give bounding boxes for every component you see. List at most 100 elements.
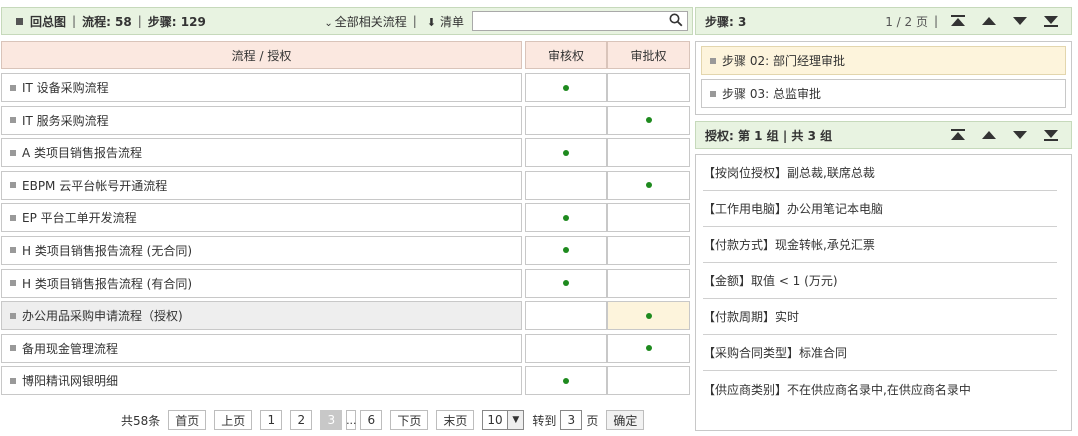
column-header-approve: 审批权 [607,41,690,69]
search-input[interactable] [473,12,663,30]
table-row[interactable]: H 类项目销售报告流程 (有合同) [1,268,690,298]
flow-name-cell[interactable]: EBPM 云平台帐号开通流程 [1,170,522,200]
dot-icon [563,247,569,254]
approve-cell[interactable] [607,105,690,135]
page-size-value: 10 [487,413,503,427]
table-row[interactable]: H 类项目销售报告流程 (无合同) [1,235,690,265]
table-row[interactable]: A 类项目销售报告流程 [1,138,690,168]
page-3-button-current[interactable]: 3 [320,410,343,430]
flow-name: EP 平台工单开发流程 [22,211,137,226]
first-icon[interactable] [950,14,966,28]
list-button[interactable]: ⬇ 清单 [427,13,464,30]
review-cell[interactable] [525,235,607,265]
flow-name: IT 服务采购流程 [22,113,109,128]
approve-cell[interactable] [607,235,690,265]
approve-cell[interactable] [607,333,690,363]
flow-name-cell[interactable]: EP 平台工单开发流程 [1,203,522,233]
page-1-button[interactable]: 1 [260,410,283,430]
first-icon[interactable] [950,128,966,142]
total-count: 共58条 [121,413,161,428]
dot-icon [563,84,569,91]
last-icon[interactable] [1043,14,1059,28]
flow-name-cell[interactable]: 博阳精讯网银明细 [1,366,522,396]
column-header-flow: 流程 / 授权 [1,41,522,69]
approve-cell[interactable] [607,268,690,298]
flow-name: H 类项目销售报告流程 (有合同) [22,276,193,291]
prev-page-button[interactable]: 上页 [214,410,253,430]
dot-icon [645,117,652,124]
flow-name-cell[interactable]: A 类项目销售报告流程 [1,138,522,168]
last-page-button[interactable]: 末页 [436,410,475,430]
approve-cell[interactable] [607,301,690,331]
chevron-down-icon: ▼ [507,411,524,429]
step-item[interactable]: 步骤 03: 总监审批 [701,79,1066,108]
up-icon[interactable] [981,14,997,28]
goto-prefix: 转到 [532,413,557,428]
review-cell[interactable] [525,301,607,331]
table-row[interactable]: EP 平台工单开发流程 [1,203,690,233]
dot-icon [645,345,652,352]
page-2-button[interactable]: 2 [290,410,313,430]
dot-icon [645,182,652,189]
list-label: 清单 [439,14,464,29]
table-row[interactable]: IT 服务采购流程 [1,105,690,135]
table-row[interactable]: IT 设备采购流程 [1,73,690,102]
flow-toolbar: 回总图 | 流程: 58 | 步骤: 129 ⌄ 全部相关流程 | ⬇ 清单 [1,7,693,35]
review-cell[interactable] [525,105,607,135]
last-icon[interactable] [1043,128,1059,142]
review-cell[interactable] [525,366,607,396]
square-icon [10,182,16,189]
review-cell[interactable] [525,268,607,298]
flow-name-cell[interactable]: 备用现金管理流程 [1,333,522,363]
dot-icon [563,377,569,384]
auth-item: 【付款周期】实时 [703,299,1057,335]
square-icon [10,117,16,124]
square-icon [10,312,16,319]
auth-item: 【按岗位授权】副总裁,联席总裁 [703,155,1057,191]
next-page-button[interactable]: 下页 [390,410,429,430]
page-6-button[interactable]: 6 [360,410,383,430]
step-item[interactable]: 步骤 02: 部门经理审批 [701,46,1066,75]
flow-count: 流程: 58 [82,14,132,29]
flow-name: 博阳精讯网银明细 [22,374,119,389]
review-cell[interactable] [525,138,607,168]
review-cell[interactable] [525,170,607,200]
review-cell[interactable] [525,73,607,102]
approve-cell[interactable] [607,73,690,102]
square-icon [10,84,16,91]
approve-cell[interactable] [607,138,690,168]
approve-cell[interactable] [607,203,690,233]
flow-name: IT 设备采购流程 [22,81,109,95]
flow-name-cell[interactable]: H 类项目销售报告流程 (无合同) [1,235,522,265]
approve-cell[interactable] [607,366,690,396]
goto-page-input[interactable]: 3 [560,410,583,430]
table-row[interactable]: 备用现金管理流程 [1,333,690,363]
down-icon[interactable] [1012,14,1028,28]
square-icon [10,377,16,384]
search-icon[interactable] [669,13,683,27]
dot-icon [563,214,569,221]
review-cell[interactable] [525,203,607,233]
table-row[interactable]: 博阳精讯网银明细 [1,366,690,396]
first-page-button[interactable]: 首页 [168,410,207,430]
flow-name-cell[interactable]: IT 服务采购流程 [1,105,522,135]
confirm-button[interactable]: 确定 [606,410,645,430]
down-icon[interactable] [1012,128,1028,142]
flow-name-cell[interactable]: 办公用品采购申请流程（授权) [1,301,522,331]
table-row[interactable]: 办公用品采购申请流程（授权) [1,301,690,331]
approve-cell[interactable] [607,170,690,200]
flow-name-cell[interactable]: H 类项目销售报告流程 (有合同) [1,268,522,298]
review-cell[interactable] [525,333,607,363]
step-count: 步骤: 129 [147,14,206,29]
overview-link[interactable]: 回总图 [30,13,66,30]
flow-name: H 类项目销售报告流程 (无合同) [22,243,193,258]
steps-page-indicator: 1 / 2 页 [885,14,928,29]
filter-dropdown[interactable]: ⌄ 全部相关流程 [324,13,406,30]
chevron-down-icon: ⌄ [324,17,333,29]
up-icon[interactable] [981,128,997,142]
page-size-select[interactable]: 10 ▼ [482,410,525,430]
steps-list: 步骤 02: 部门经理审批步骤 03: 总监审批 [695,41,1072,115]
flow-name-cell[interactable]: IT 设备采购流程 [1,73,522,102]
step-label: 步骤 03: 总监审批 [722,87,821,101]
table-row[interactable]: EBPM 云平台帐号开通流程 [1,170,690,200]
